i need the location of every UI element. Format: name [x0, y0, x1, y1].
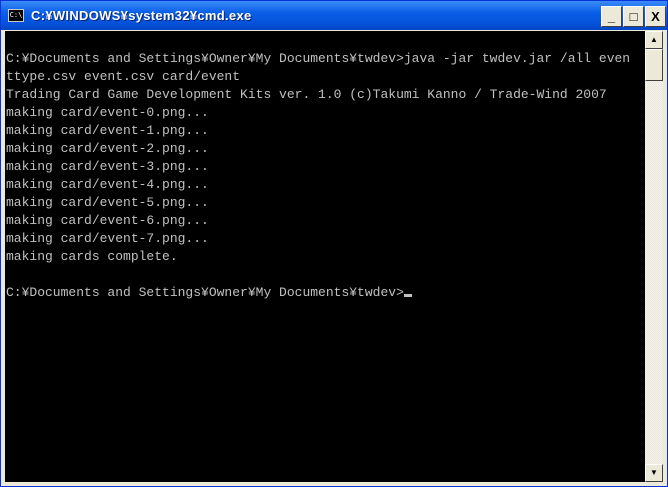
- console-line: making card/event-5.png...: [6, 195, 209, 210]
- scroll-up-button[interactable]: ▲: [645, 31, 663, 49]
- console-line: making card/event-1.png...: [6, 123, 209, 138]
- maximize-button[interactable]: □: [623, 6, 644, 27]
- minimize-button[interactable]: _: [601, 6, 622, 27]
- text-cursor: [403, 294, 412, 297]
- prompt-text: C:¥Documents and Settings¥Owner¥My Docum…: [6, 285, 404, 300]
- title-bar[interactable]: C:\ C:¥WINDOWS¥system32¥cmd.exe _ □ X: [1, 1, 667, 30]
- console-output[interactable]: C:¥Documents and Settings¥Owner¥My Docum…: [5, 31, 645, 482]
- command-prompt[interactable]: C:¥Documents and Settings¥Owner¥My Docum…: [6, 284, 630, 302]
- console-line: C:¥Documents and Settings¥Owner¥My Docum…: [6, 51, 631, 66]
- console-line: making card/event-3.png...: [6, 159, 209, 174]
- console-line: making cards complete.: [6, 249, 178, 264]
- cmd-window: C:\ C:¥WINDOWS¥system32¥cmd.exe _ □ X C:…: [0, 0, 668, 487]
- console-line: making card/event-2.png...: [6, 141, 209, 156]
- close-button[interactable]: X: [645, 6, 666, 27]
- console-line: making card/event-0.png...: [6, 105, 209, 120]
- cmd-icon[interactable]: C:\: [8, 9, 24, 22]
- scroll-down-button[interactable]: ▼: [645, 464, 663, 482]
- console-line: making card/event-4.png...: [6, 177, 209, 192]
- console-line: Trading Card Game Development Kits ver. …: [6, 87, 607, 102]
- console-line: ttype.csv event.csv card/event: [6, 69, 241, 84]
- scroll-thumb[interactable]: [645, 49, 663, 81]
- console-line: making card/event-6.png...: [6, 213, 209, 228]
- vertical-scrollbar[interactable]: ▲ ▼: [645, 31, 663, 482]
- console-lines: C:¥Documents and Settings¥Owner¥My Docum…: [6, 50, 630, 302]
- window-title: C:¥WINDOWS¥system32¥cmd.exe: [31, 8, 252, 23]
- console-line: making card/event-7.png...: [6, 231, 209, 246]
